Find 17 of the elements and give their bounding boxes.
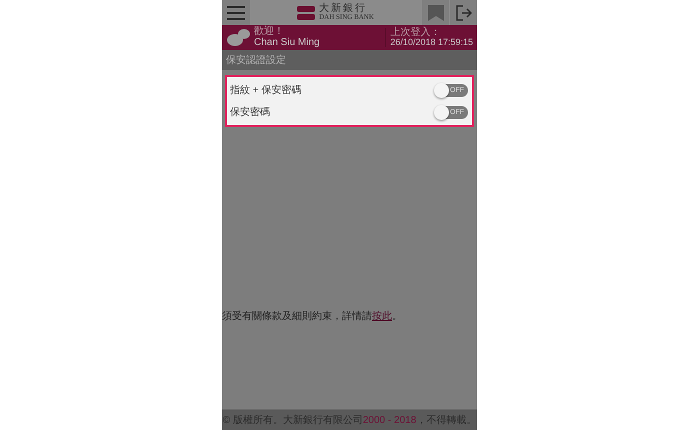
setting-label: 保安密碼 [230, 106, 270, 119]
menu-icon [227, 6, 245, 20]
user-name: Chan Siu Ming [254, 38, 321, 48]
logout-icon [456, 4, 472, 20]
setting-label: 指紋 + 保安密碼 [230, 84, 302, 97]
flag-icon [428, 4, 444, 20]
last-login-label: 上次登入： [390, 28, 442, 38]
here-link[interactable]: 按此 [372, 311, 392, 322]
terms-notice: 須受有關條款及細則約束，詳情請按此。 [222, 310, 403, 323]
chat-bubbles-icon [226, 28, 250, 48]
greeting-label: 歡迎！ [254, 27, 285, 38]
section-title: 保安認證設定 [222, 50, 477, 70]
last-login-time: 26/10/2018 17:59:15 [390, 38, 473, 48]
logout-button[interactable] [450, 0, 477, 25]
menu-button[interactable] [222, 0, 250, 25]
bank-name: 大新銀行 [319, 4, 368, 14]
logo-icon [297, 6, 316, 20]
